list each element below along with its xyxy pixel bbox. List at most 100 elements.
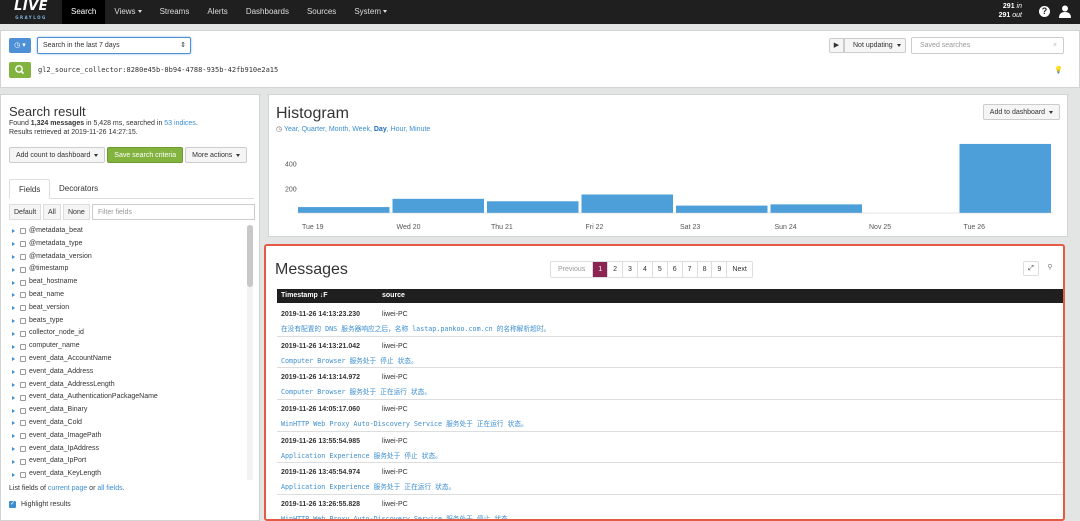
nav-item-alerts[interactable]: Alerts xyxy=(198,0,236,24)
field-item[interactable]: beat_version xyxy=(9,302,247,315)
expand-triangle-icon[interactable] xyxy=(12,318,15,323)
expand-triangle-icon[interactable] xyxy=(12,267,15,272)
expand-triangle-icon[interactable] xyxy=(12,408,15,413)
expand-icon[interactable]: ⤢ xyxy=(1023,261,1039,276)
field-checkbox[interactable] xyxy=(20,343,26,350)
field-item[interactable]: event_data_IpAddress xyxy=(9,443,247,456)
expand-triangle-icon[interactable] xyxy=(12,280,15,285)
page-5[interactable]: 5 xyxy=(653,262,668,277)
field-item[interactable]: event_data_Address xyxy=(9,366,247,379)
help-icon[interactable]: ? xyxy=(1039,6,1050,17)
field-item[interactable]: event_data_AccountName xyxy=(9,353,247,366)
nav-item-views[interactable]: Views xyxy=(105,0,150,24)
histogram-bar[interactable] xyxy=(298,207,390,213)
page-6[interactable]: 6 xyxy=(668,262,683,277)
page-2[interactable]: 2 xyxy=(608,262,624,277)
field-item[interactable]: @metadata_type xyxy=(9,238,247,251)
expand-triangle-icon[interactable] xyxy=(12,357,15,362)
field-checkbox[interactable] xyxy=(20,381,26,388)
all-fields-link[interactable]: all fields xyxy=(97,485,122,492)
graylog-logo[interactable]: LIVE GRAYLOG xyxy=(0,0,62,24)
field-checkbox[interactable] xyxy=(20,292,26,299)
field-item[interactable]: event_data_Cold xyxy=(9,417,247,430)
page-8[interactable]: 8 xyxy=(698,262,713,277)
field-checkbox[interactable] xyxy=(20,394,26,401)
expand-triangle-icon[interactable] xyxy=(12,395,15,400)
field-item[interactable]: event_data_IpPort xyxy=(9,455,247,468)
lightbulb-icon[interactable]: 💡 xyxy=(1054,66,1063,74)
message-row[interactable]: 2019-11-26 13:26:55.828 liwei-PC WinHTTP W… xyxy=(277,495,1063,519)
expand-triangle-icon[interactable] xyxy=(12,254,15,259)
histogram-bar[interactable] xyxy=(392,198,485,213)
indices-link[interactable]: 53 indices xyxy=(164,120,196,127)
message-row[interactable]: 2019-11-26 14:05:17.060 liwei-PC WinHTTP W… xyxy=(277,400,1063,432)
field-item[interactable]: beat_name xyxy=(9,289,247,302)
saved-searches-select[interactable]: Saved searches × xyxy=(911,37,1064,54)
filter-fields-input[interactable]: Filter fields xyxy=(92,204,255,220)
field-checkbox[interactable] xyxy=(20,279,26,286)
filter-all-button[interactable]: All xyxy=(43,204,61,220)
field-checkbox[interactable] xyxy=(20,471,26,478)
histogram-bar[interactable] xyxy=(770,204,863,213)
field-item[interactable]: computer_name xyxy=(9,340,247,353)
tab-fields[interactable]: Fields xyxy=(9,179,51,199)
expand-triangle-icon[interactable] xyxy=(12,306,15,311)
page-3[interactable]: 3 xyxy=(623,262,638,277)
tab-decorators[interactable]: Decorators xyxy=(50,179,107,199)
nav-item-search[interactable]: Search xyxy=(62,0,106,24)
highlight-results-checkbox[interactable]: ✓ Highlight results xyxy=(9,501,71,508)
field-checkbox[interactable] xyxy=(20,369,26,376)
nav-item-dashboards[interactable]: Dashboards xyxy=(237,0,298,24)
timerange-select[interactable]: Search in the last 7 days ⇕ xyxy=(37,37,191,54)
message-row[interactable]: 2019-11-26 13:55:54.985 liwei-PC Applicati… xyxy=(277,432,1063,464)
field-item[interactable]: beat_hostname xyxy=(9,276,247,289)
expand-triangle-icon[interactable] xyxy=(12,242,15,247)
field-checkbox[interactable] xyxy=(20,228,26,235)
field-checkbox[interactable] xyxy=(20,433,26,440)
expand-triangle-icon[interactable] xyxy=(12,382,15,387)
histogram-bar[interactable] xyxy=(676,205,768,213)
save-search-criteria-button[interactable]: Save search criteria xyxy=(107,147,184,163)
nav-item-streams[interactable]: Streams xyxy=(151,0,199,24)
field-checkbox[interactable] xyxy=(20,407,26,414)
refresh-dropdown[interactable]: Not updating xyxy=(844,38,906,53)
page-4[interactable]: 4 xyxy=(638,262,653,277)
add-count-to-dashboard-button[interactable]: Add count to dashboard xyxy=(9,147,106,163)
field-item[interactable]: event_data_AuthenticationPackageName xyxy=(9,391,247,404)
field-item[interactable]: collector_node_id xyxy=(9,327,247,340)
field-checkbox[interactable] xyxy=(20,317,26,324)
field-checkbox[interactable] xyxy=(20,266,26,273)
more-actions-button[interactable]: More actions xyxy=(185,147,248,163)
field-checkbox[interactable] xyxy=(20,241,26,248)
field-item[interactable]: event_data_AddressLength xyxy=(9,379,247,392)
search-query-input[interactable]: gl2_source_collector:8280e45b-8b94-4788-… xyxy=(38,66,278,74)
expand-triangle-icon[interactable] xyxy=(12,459,15,464)
message-row[interactable]: 2019-11-26 14:13:21.042 liwei-PC Computer … xyxy=(277,337,1063,369)
field-checkbox[interactable] xyxy=(20,253,26,260)
page-7[interactable]: 7 xyxy=(683,262,698,277)
nav-item-system[interactable]: System xyxy=(345,0,396,24)
histogram-bar[interactable] xyxy=(959,143,1052,213)
user-icon[interactable] xyxy=(1059,5,1071,18)
clear-icon[interactable]: × xyxy=(1053,38,1057,54)
nav-item-sources[interactable]: Sources xyxy=(298,0,345,24)
expand-triangle-icon[interactable] xyxy=(12,331,15,336)
filter-none-button[interactable]: None xyxy=(63,204,90,220)
expand-triangle-icon[interactable] xyxy=(12,472,15,477)
expand-triangle-icon[interactable] xyxy=(12,229,15,234)
field-item[interactable]: @metadata_version xyxy=(9,251,247,264)
page-next[interactable]: Next xyxy=(727,262,751,277)
expand-triangle-icon[interactable] xyxy=(12,434,15,439)
scrollbar-thumb[interactable] xyxy=(247,225,253,287)
page-previous[interactable]: Previous xyxy=(551,262,594,277)
search-submit-button[interactable] xyxy=(9,62,31,78)
pin-icon[interactable]: ⚲ xyxy=(1043,261,1057,276)
field-item[interactable]: @timestamp xyxy=(9,263,247,276)
field-checkbox[interactable] xyxy=(20,458,26,465)
field-item[interactable]: event_data_KeyLength xyxy=(9,468,247,480)
expand-triangle-icon[interactable] xyxy=(12,421,15,426)
page-9[interactable]: 9 xyxy=(712,262,728,277)
current-page-link[interactable]: current page xyxy=(48,485,87,492)
field-checkbox[interactable] xyxy=(20,356,26,363)
histogram-bar[interactable] xyxy=(487,201,579,213)
